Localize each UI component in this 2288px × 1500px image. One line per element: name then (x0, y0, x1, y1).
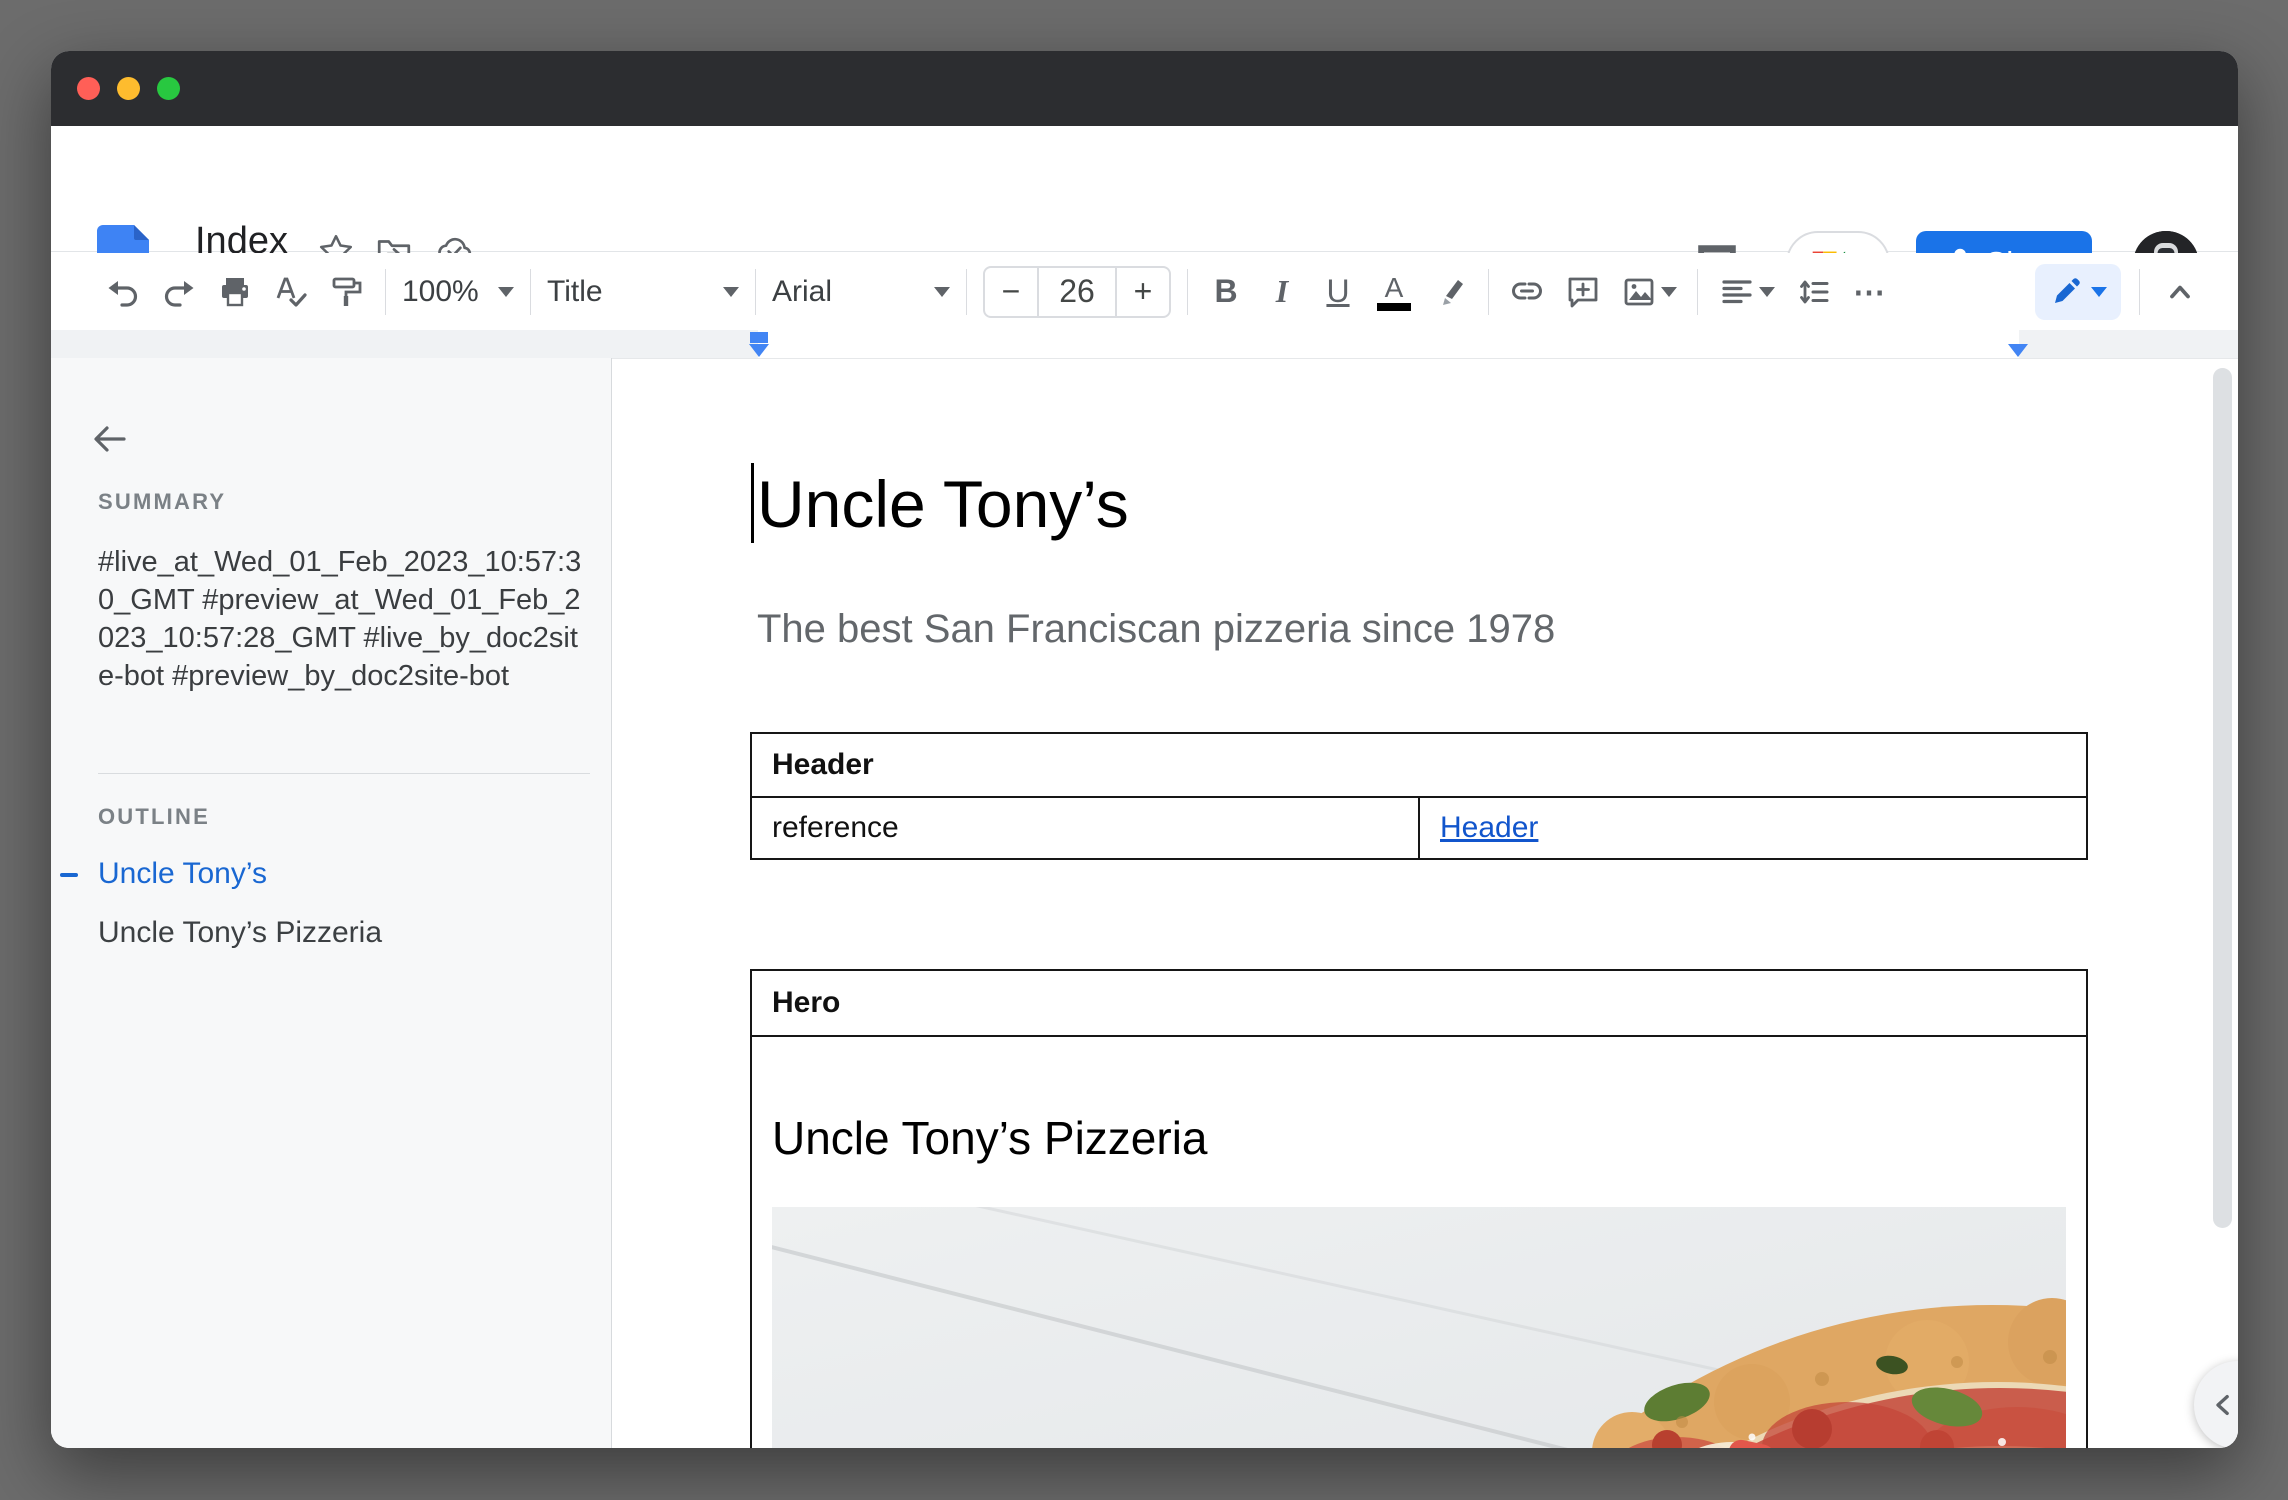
outline-sidebar (51, 358, 612, 1448)
style-value: Title (547, 275, 603, 309)
print-button[interactable] (213, 270, 257, 314)
zoom-select[interactable]: 100% (402, 275, 514, 309)
chevron-down-icon (934, 287, 950, 297)
pizza-photo-image (772, 1207, 2066, 1448)
align-button[interactable] (1714, 270, 1780, 314)
collapse-toolbar-icon (2164, 276, 2196, 308)
paragraph-style-select[interactable]: Title (547, 275, 739, 309)
summary-text: #live_at_Wed_01_Feb_2023_10:57:30_GMT #p… (98, 543, 594, 695)
doc-subtitle[interactable]: The best San Franciscan pizzeria since 1… (757, 607, 1555, 652)
document-scrollbar[interactable] (2213, 368, 2232, 1228)
chevron-down-icon (1661, 287, 1677, 297)
header-table-title-cell[interactable]: Header (752, 734, 2086, 798)
font-size-value[interactable]: 26 (1039, 268, 1115, 316)
sidebar-divider (98, 773, 590, 774)
chevron-down-icon (498, 287, 514, 297)
align-left-icon (1719, 274, 1755, 310)
left-indent-marker[interactable] (749, 344, 769, 357)
redo-button[interactable] (157, 270, 201, 314)
hero-heading[interactable]: Uncle Tony’s Pizzeria (772, 1111, 1208, 1165)
add-comment-button[interactable] (1561, 270, 1605, 314)
text-color-button[interactable]: A (1372, 270, 1416, 314)
text-cursor (751, 463, 754, 543)
close-button[interactable] (77, 77, 100, 100)
docs-header: Index File Edit View Insert Format Tools… (51, 126, 2238, 252)
header-link-cell: Header (1420, 798, 2086, 858)
editing-mode-button[interactable] (2035, 264, 2121, 320)
link-icon (1509, 274, 1545, 310)
paint-format-icon (329, 274, 365, 310)
font-size-control: − 26 + (983, 266, 1171, 318)
reference-cell[interactable]: reference (752, 798, 1420, 858)
outline-item-uncle-tonys[interactable]: Uncle Tony’s (98, 857, 267, 891)
ruler[interactable] (51, 330, 2238, 358)
print-icon (217, 274, 253, 310)
right-indent-marker[interactable] (2008, 344, 2028, 357)
formatting-toolbar: 100% Title Arial − 26 + B (51, 253, 2238, 330)
ruler-page-area (758, 330, 2019, 358)
bold-button[interactable]: B (1204, 270, 1248, 314)
insert-image-button[interactable] (1617, 270, 1681, 314)
header-table-row: reference Header (752, 798, 2086, 858)
outline-item-uncle-tonys-pizzeria[interactable]: Uncle Tony’s Pizzeria (98, 916, 382, 950)
doc-heading-title[interactable]: Uncle Tony’s (757, 464, 1129, 544)
text-color-swatch (1377, 303, 1411, 311)
text-color-icon: A (1385, 273, 1404, 303)
first-line-indent-marker[interactable] (750, 332, 768, 343)
header-table[interactable]: Header reference Header (750, 732, 2088, 860)
highlighter-icon (1432, 274, 1468, 310)
line-spacing-icon (1796, 274, 1832, 310)
undo-icon (105, 274, 141, 310)
paint-format-button[interactable] (325, 270, 369, 314)
spelling-check-icon (273, 274, 309, 310)
insert-image-icon (1621, 274, 1657, 310)
bold-icon: B (1214, 273, 1237, 310)
italic-icon: I (1276, 273, 1288, 310)
outline-section-label: OUTLINE (98, 804, 210, 830)
more-icon: ⋯ (1853, 273, 1887, 311)
app-window: Index File Edit View Insert Format Tools… (51, 51, 2238, 1448)
line-spacing-button[interactable] (1792, 270, 1836, 314)
editing-mode-pencil-icon (2049, 275, 2083, 309)
italic-button[interactable]: I (1260, 270, 1304, 314)
close-outline-back-icon[interactable] (90, 419, 130, 459)
insert-link-button[interactable] (1505, 270, 1549, 314)
underline-icon: U (1326, 273, 1349, 310)
header-link[interactable]: Header (1440, 811, 1538, 845)
redo-icon (161, 274, 197, 310)
font-size-increase-button[interactable]: + (1115, 268, 1169, 316)
pizza-photo[interactable] (772, 1207, 2066, 1448)
summary-section-label: SUMMARY (98, 489, 226, 515)
font-size-decrease-button[interactable]: − (985, 268, 1039, 316)
chevron-down-icon (2091, 287, 2107, 297)
window-titlebar[interactable] (51, 51, 2238, 126)
more-options-button[interactable]: ⋯ (1848, 270, 1892, 314)
desktop-background: Index File Edit View Insert Format Tools… (0, 0, 2288, 1500)
zoom-button[interactable] (157, 77, 180, 100)
zoom-value: 100% (402, 275, 479, 309)
chevron-down-icon (1759, 287, 1775, 297)
highlight-color-button[interactable] (1428, 270, 1472, 314)
outline-active-indicator (60, 873, 78, 877)
hide-menus-button[interactable] (2158, 270, 2202, 314)
insert-comment-icon (1565, 274, 1601, 310)
hero-table-title-cell[interactable]: Hero (752, 971, 2086, 1037)
chevron-down-icon (723, 287, 739, 297)
font-value: Arial (772, 275, 832, 309)
font-family-select[interactable]: Arial (772, 275, 950, 309)
chevron-left-icon (2208, 1390, 2238, 1420)
underline-button[interactable]: U (1316, 270, 1360, 314)
minimize-button[interactable] (117, 77, 140, 100)
undo-button[interactable] (101, 270, 145, 314)
spelling-check-button[interactable] (269, 270, 313, 314)
